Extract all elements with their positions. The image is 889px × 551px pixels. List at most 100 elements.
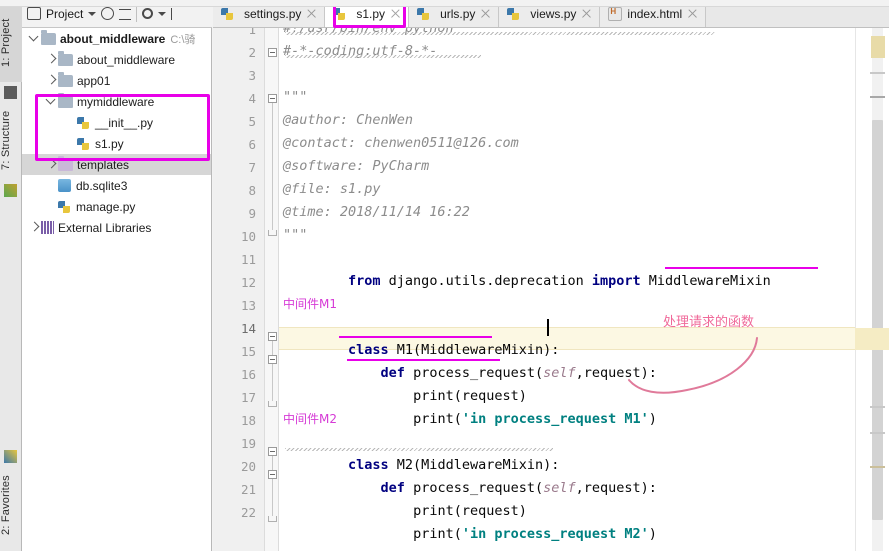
line-number-gutter: 1 2 3 4 5 6 7 8 9 10 11 12 13 14 15 16 1… — [213, 28, 265, 551]
fold-marker[interactable] — [268, 470, 277, 479]
string-literal-m2: 'in process_request M2' — [461, 526, 649, 542]
close-icon[interactable] — [306, 8, 317, 19]
chevron-down-icon[interactable] — [28, 32, 41, 45]
chevron-down-icon[interactable] — [45, 95, 58, 108]
tree-item-label: s1.py — [95, 136, 124, 151]
chevron-right-icon[interactable] — [45, 53, 58, 66]
code-folding-gutter[interactable] — [265, 28, 279, 551]
scrollbar-thumb[interactable] — [872, 120, 883, 520]
tree-item-init-py[interactable]: __init__.py — [22, 112, 211, 133]
chevron-down-icon[interactable] — [158, 11, 167, 16]
code-line-9: @time: 2018/11/14 16:22 — [283, 204, 470, 220]
pycharm-window: 1: Project 7: Structure 2: Favorites Pro… — [0, 0, 889, 551]
code-line-17: print('in process_request M1') — [283, 385, 657, 427]
fold-marker[interactable] — [268, 48, 277, 57]
line-number: 3 — [248, 68, 256, 83]
code-text-area[interactable]: #!/usr/bin/env python #-*-coding:utf-8-*… — [279, 28, 855, 551]
tree-item-mymiddleware[interactable]: mymiddleware — [22, 91, 211, 112]
spellcheck-wave — [285, 55, 481, 58]
scrollbar-marker[interactable] — [870, 72, 885, 74]
fold-marker[interactable] — [268, 332, 277, 341]
folder-icon — [58, 72, 73, 87]
chevron-down-icon[interactable] — [88, 11, 97, 16]
line-number: 17 — [240, 390, 256, 405]
code-line-6: @contact: chenwen0511@126.com — [283, 135, 519, 151]
tree-item-label: app01 — [77, 73, 111, 88]
html-file-icon — [608, 6, 623, 21]
scrollbar-marker[interactable] — [870, 432, 885, 434]
close-icon[interactable] — [480, 8, 491, 19]
code-line-13-annotation: 中间件M1 — [283, 297, 337, 311]
scrollbar-marker[interactable] — [870, 466, 885, 468]
fold-marker[interactable] — [268, 355, 277, 364]
tab-label: s1.py — [356, 6, 386, 21]
code-editor[interactable]: 1 2 3 4 5 6 7 8 9 10 11 12 13 14 15 16 1… — [213, 28, 889, 551]
gear-icon[interactable] — [142, 8, 154, 19]
chevron-right-icon[interactable] — [45, 158, 58, 171]
tree-item-db-sqlite3[interactable]: db.sqlite3 — [22, 175, 211, 196]
close-icon[interactable] — [390, 8, 401, 19]
tree-item-label: about_middleware — [77, 52, 176, 67]
scrollbar-marker[interactable] — [871, 36, 885, 58]
line-number: 7 — [248, 160, 256, 175]
line-number: 13 — [240, 298, 256, 313]
text-caret — [547, 319, 549, 336]
collapse-all-icon[interactable] — [119, 9, 132, 20]
handwritten-annotation-label: 处理请求的函数 — [663, 315, 755, 330]
scroll-from-source-icon[interactable] — [101, 7, 115, 20]
code-line-2: #-*-coding:utf-8-*- — [283, 43, 438, 59]
code-line-8: @file: s1.py — [283, 181, 381, 197]
fold-marker[interactable] — [268, 94, 277, 103]
favorites-icon — [4, 450, 17, 463]
project-tree[interactable]: about_middleware C:\骑 about_middleware a… — [22, 28, 212, 551]
scrollbar-marker[interactable] — [870, 406, 885, 408]
tool-window-button-favorites[interactable]: 2: Favorites — [0, 462, 22, 548]
line-number: 22 — [240, 505, 256, 520]
tree-item-label: about_middleware — [60, 31, 166, 46]
line-number: 6 — [248, 137, 256, 152]
close-icon[interactable] — [581, 8, 592, 19]
toolbar-divider — [136, 5, 138, 22]
tree-item-about-middleware-root[interactable]: about_middleware C:\骑 — [22, 28, 211, 49]
structure-icon — [4, 184, 17, 197]
line-number: 5 — [248, 114, 256, 129]
hide-panel-icon[interactable] — [171, 7, 181, 20]
code-line-16: print(request) — [283, 362, 527, 404]
python-file-icon — [77, 137, 91, 151]
line-number: 10 — [240, 229, 256, 244]
python-file-icon — [58, 200, 72, 214]
module-path: django.utils.deprecation — [380, 273, 592, 289]
tree-item-manage-py[interactable]: manage.py — [22, 196, 211, 217]
tree-item-templates[interactable]: templates — [22, 154, 211, 175]
tree-item-s1-py[interactable]: s1.py — [22, 133, 211, 154]
scrollbar-marker[interactable] — [870, 96, 885, 98]
code-line-18-annotation: 中间件M2 — [283, 412, 337, 426]
line-number: 15 — [240, 344, 256, 359]
close-icon[interactable] — [687, 8, 698, 19]
tool-window-button-structure[interactable]: 7: Structure — [0, 100, 22, 180]
keyword-from: from — [348, 273, 381, 289]
line-number: 11 — [240, 252, 256, 267]
fold-marker[interactable] — [268, 447, 277, 456]
library-icon — [41, 221, 54, 234]
chevron-right-icon[interactable] — [45, 74, 58, 87]
scrollbar-marker-current[interactable] — [855, 328, 889, 350]
database-icon — [58, 179, 71, 192]
tree-item-app01[interactable]: app01 — [22, 70, 211, 91]
tree-item-about-middleware-pkg[interactable]: about_middleware — [22, 49, 211, 70]
python-file-icon — [333, 7, 347, 21]
fold-range-end — [268, 401, 277, 407]
tool-window-button-project[interactable]: 1: Project — [0, 4, 22, 82]
code-line-20: def process_request(self,request): — [283, 454, 657, 496]
project-toolbar-title: Project — [46, 6, 84, 21]
spellcheck-wave — [285, 32, 715, 35]
chevron-right-icon[interactable] — [28, 221, 41, 234]
project-icon — [4, 86, 17, 99]
tree-item-external-libraries[interactable]: External Libraries — [22, 217, 211, 238]
fold-range-line — [272, 364, 273, 401]
tab-label: settings.py — [244, 6, 302, 21]
folder-icon — [58, 51, 73, 66]
editor-scrollbar-column[interactable] — [855, 28, 889, 551]
line-number: 18 — [240, 413, 256, 428]
line-number: 4 — [248, 91, 256, 106]
